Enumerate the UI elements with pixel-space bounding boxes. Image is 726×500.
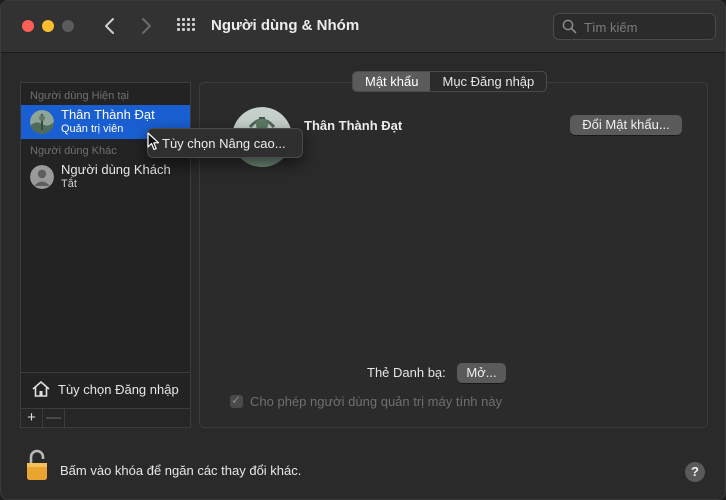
avatar-photo-icon bbox=[30, 110, 54, 134]
tab-bar: Mật khẩu Mục Đăng nhập bbox=[352, 71, 548, 92]
help-button[interactable]: ? bbox=[685, 462, 705, 482]
sidebar-item-guest-user[interactable]: Người dùng Khách Tắt bbox=[21, 160, 190, 194]
show-all-grid-icon[interactable] bbox=[177, 18, 195, 34]
back-button[interactable] bbox=[100, 13, 120, 39]
toolbar: Người dùng & Nhóm bbox=[1, 1, 725, 53]
chevron-left-icon bbox=[105, 18, 114, 34]
user-role: Quản trị viên bbox=[61, 123, 124, 135]
login-options-label: Tùy chọn Đăng nhập bbox=[58, 382, 179, 397]
lock-icon[interactable] bbox=[25, 449, 49, 481]
allow-admin-label: Cho phép người dùng quản trị máy tính nà… bbox=[250, 394, 503, 409]
zoom-window-button[interactable] bbox=[62, 20, 74, 32]
tab-password[interactable]: Mật khẩu bbox=[353, 72, 431, 91]
current-users-header: Người dùng Hiện tại bbox=[30, 90, 129, 102]
preferences-window: Người dùng & Nhóm Người dùng Hiện tại Th… bbox=[0, 0, 726, 500]
user-role: Tắt bbox=[61, 178, 77, 190]
lock-hint-text: Bấm vào khóa để ngăn các thay đổi khác. bbox=[60, 463, 302, 478]
search-field[interactable] bbox=[553, 13, 716, 40]
user-name: Người dùng Khách bbox=[61, 162, 171, 177]
selected-user-name: Thân Thành Đạt bbox=[304, 118, 403, 133]
house-icon bbox=[32, 381, 50, 397]
sidebar-divider bbox=[21, 372, 190, 373]
context-menu: Tùy chọn Nâng cao... bbox=[147, 128, 303, 158]
mouse-cursor-icon bbox=[147, 132, 160, 151]
add-user-button[interactable]: + bbox=[21, 409, 43, 427]
login-options-button[interactable]: Tùy chọn Đăng nhập bbox=[21, 375, 190, 405]
change-password-button[interactable]: Đổi Mật khẩu... bbox=[570, 115, 682, 135]
guest-avatar bbox=[30, 165, 54, 189]
remove-user-button[interactable]: — bbox=[43, 409, 65, 427]
open-contact-button[interactable]: Mở... bbox=[457, 363, 506, 383]
advanced-options-menu-item[interactable]: Tùy chọn Nâng cao... bbox=[162, 136, 286, 151]
search-input[interactable] bbox=[584, 17, 709, 37]
sidebar-bottom-bar: + — bbox=[21, 408, 190, 427]
other-users-header: Người dùng Khác bbox=[30, 145, 117, 157]
close-window-button[interactable] bbox=[22, 20, 34, 32]
user-name: Thân Thành Đạt bbox=[61, 107, 155, 122]
contact-card-label: Thẻ Danh bạ: bbox=[367, 365, 446, 380]
chevron-right-icon bbox=[142, 18, 151, 34]
window-title: Người dùng & Nhóm bbox=[211, 17, 360, 34]
allow-admin-checkbox[interactable]: ✓ bbox=[230, 393, 243, 408]
user-avatar bbox=[30, 110, 54, 134]
checkmark-icon: ✓ bbox=[231, 393, 242, 407]
minimize-window-button[interactable] bbox=[42, 20, 54, 32]
person-icon bbox=[30, 165, 54, 189]
tab-login-items[interactable]: Mục Đăng nhập bbox=[430, 72, 546, 91]
search-icon bbox=[562, 19, 577, 34]
forward-button[interactable] bbox=[136, 13, 156, 39]
